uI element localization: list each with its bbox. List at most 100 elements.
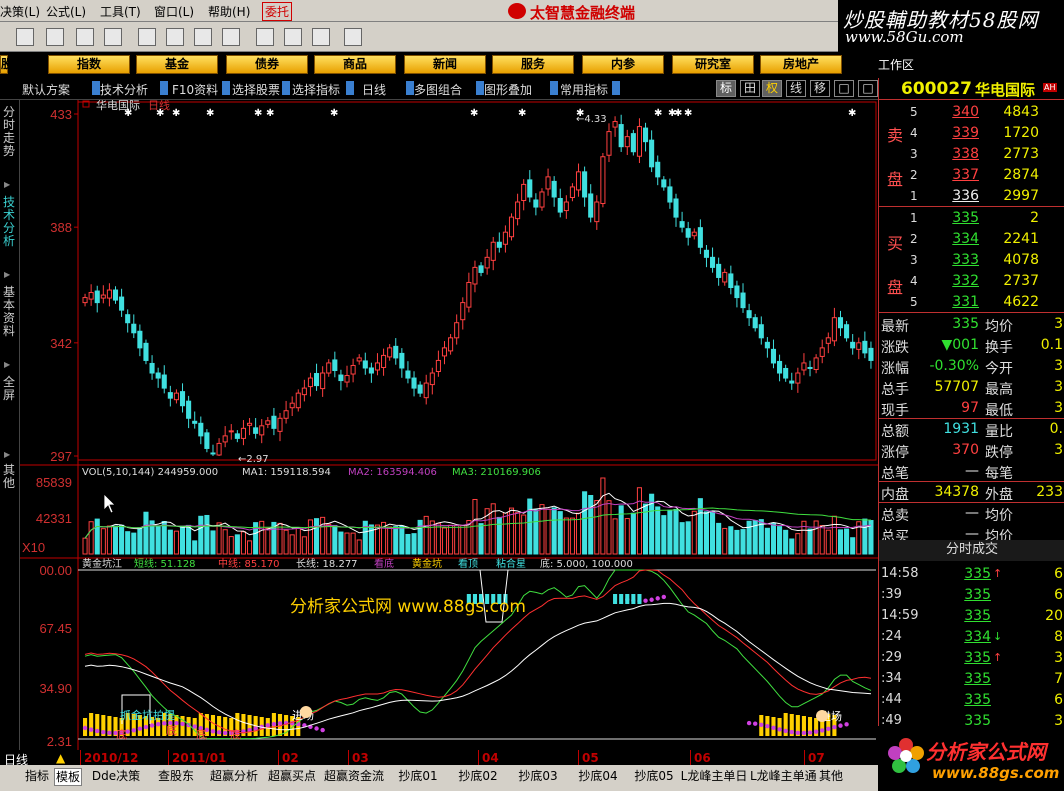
- buy-row[interactable]: 2 334 2241: [879, 229, 1064, 250]
- people-icon[interactable]: [104, 28, 122, 46]
- dropdown-arrow-icon[interactable]: [92, 81, 100, 95]
- left-tab-1[interactable]: 技术分析: [3, 196, 17, 248]
- books-icon[interactable]: [312, 28, 330, 46]
- view-button-4[interactable]: 移: [810, 80, 830, 97]
- category-5[interactable]: 新闻: [404, 55, 486, 74]
- indicator-tab-5[interactable]: 超赢买点: [266, 768, 318, 786]
- stat-label-2: 每笔: [985, 466, 1013, 482]
- volume-bar: [569, 517, 575, 555]
- arrow-up-icon[interactable]: [138, 28, 156, 46]
- ticks-title[interactable]: 分时成交: [879, 540, 1064, 561]
- dropdown-arrow-icon[interactable]: [612, 81, 620, 95]
- category-2[interactable]: 基金: [136, 55, 218, 74]
- buy-row[interactable]: 4 332 2737: [879, 271, 1064, 292]
- indicator-tab-9[interactable]: 抄底03: [510, 768, 566, 786]
- analysis-item-4[interactable]: 选择指标: [292, 81, 340, 98]
- binoculars-icon[interactable]: [76, 28, 94, 46]
- view-button-5[interactable]: □: [834, 80, 854, 97]
- view-button-6[interactable]: □: [858, 80, 878, 97]
- flag-icon[interactable]: [16, 28, 34, 46]
- left-tab-3[interactable]: 全屏: [3, 376, 17, 402]
- view-button-0[interactable]: 标: [716, 80, 736, 97]
- indicator-tab-2[interactable]: Dde决策: [86, 768, 146, 786]
- dropdown-arrow-icon[interactable]: [406, 81, 414, 95]
- chart-area[interactable]: 433 388 342 297 华电国际 日线 ✱ ✱ ✱ ✱ ✱ ✱ ✱ ✱ ✱ ✱ ✱ ✱ ✱ ✱ ✱ ←4.33 ←2…: [20, 98, 878, 750]
- indicator-tab-0[interactable]: 指标: [22, 768, 52, 786]
- left-tab-0[interactable]: 分时走势: [3, 106, 17, 158]
- category-3[interactable]: 债券: [226, 55, 308, 74]
- sell-row[interactable]: 1 336 2997: [879, 186, 1064, 207]
- bottom-dot: [277, 721, 283, 726]
- view-button-1[interactable]: 田: [740, 80, 760, 97]
- category-7[interactable]: 内参: [582, 55, 664, 74]
- menu-item-1[interactable]: 公式(L): [46, 3, 86, 20]
- indicator-tab-6[interactable]: 超赢资金流: [322, 768, 386, 786]
- indicator-tab-10[interactable]: 抄底04: [570, 768, 626, 786]
- analysis-item-2[interactable]: F10资料: [172, 81, 218, 98]
- period-triangle-icon[interactable]: ▲: [56, 751, 65, 765]
- analysis-item-1[interactable]: 技术分析: [100, 81, 148, 98]
- dropdown-arrow-icon[interactable]: [282, 81, 290, 95]
- indicator-tab-1[interactable]: 模板: [54, 768, 82, 786]
- analysis-item-5[interactable]: 日线: [362, 81, 386, 98]
- menu-item-2[interactable]: 工具(T): [100, 3, 141, 20]
- dropdown-arrow-icon[interactable]: [476, 81, 484, 95]
- indicator-tab-3[interactable]: 查股东: [150, 768, 202, 786]
- stat-label-2: 最高: [985, 382, 1013, 398]
- diamond-icon[interactable]: [166, 28, 184, 46]
- view-button-2[interactable]: 权: [762, 80, 782, 97]
- category-6[interactable]: 服务: [492, 55, 574, 74]
- analysis-item-8[interactable]: 常用指标: [560, 81, 608, 98]
- analysis-item-6[interactable]: 多图组合: [414, 81, 462, 98]
- buy-row[interactable]: 3 333 4078: [879, 250, 1064, 271]
- analysis-item-7[interactable]: 图形叠加: [484, 81, 532, 98]
- indicator-tab-14[interactable]: 其他: [816, 768, 846, 786]
- top-signal-bar: [637, 594, 642, 604]
- buy-row[interactable]: 5 331 4622: [879, 292, 1064, 313]
- sell-row[interactable]: 4 339 1720: [879, 123, 1064, 144]
- sell-row[interactable]: 3 338 2773: [879, 144, 1064, 165]
- bottom-dot: [771, 725, 776, 731]
- top-signal-bar: [619, 594, 624, 604]
- indicator-tab-13[interactable]: L龙峰主单通: [750, 768, 817, 786]
- category-1[interactable]: 指数: [48, 55, 130, 74]
- menu-item-3[interactable]: 窗口(L): [154, 3, 194, 20]
- copy-icon[interactable]: [256, 28, 274, 46]
- month-divider: [168, 750, 169, 765]
- menu-item-4[interactable]: 帮助(H): [208, 3, 250, 20]
- indicator-tab-7[interactable]: 抄底01: [390, 768, 446, 786]
- chart-icon[interactable]: [222, 28, 240, 46]
- sell-row[interactable]: 5 340 4843: [879, 102, 1064, 123]
- category-0[interactable]: 股: [0, 55, 13, 74]
- view-button-3[interactable]: 线: [786, 80, 806, 97]
- record-icon[interactable]: [194, 28, 212, 46]
- dropdown-arrow-icon[interactable]: [346, 81, 354, 95]
- volume-bar: [198, 515, 204, 555]
- chart-svg[interactable]: 433388342297华电国际 日线✱ ✱ ✱ ✱ ✱ ✱ ✱ ✱ ✱ ✱ ✱ ✱✱ ✱ ✱←4.33←2…: [20, 98, 878, 750]
- indicator-tab-8[interactable]: 抄底02: [450, 768, 506, 786]
- dropdown-arrow-icon[interactable]: [222, 81, 230, 95]
- dropdown-arrow-icon[interactable]: [160, 81, 168, 95]
- analysis-item-0[interactable]: 默认方案: [22, 81, 70, 98]
- category-9[interactable]: 房地产: [760, 55, 842, 74]
- menu-item-0[interactable]: 决策(L): [0, 3, 40, 20]
- indicator-tab-11[interactable]: 抄底05: [630, 768, 678, 786]
- stat-label: 总卖: [881, 508, 909, 524]
- dropdown-arrow-icon[interactable]: [550, 81, 558, 95]
- candle-body: [618, 124, 624, 148]
- volume-bar: [277, 522, 283, 555]
- analysis-item-3[interactable]: 选择股票: [232, 81, 280, 98]
- candle-body: [551, 180, 557, 198]
- category-8[interactable]: 研究室: [672, 55, 754, 74]
- category-4[interactable]: 商品: [314, 55, 396, 74]
- sell-row[interactable]: 2 337 2874: [879, 165, 1064, 186]
- left-tab-2[interactable]: 基本资料: [3, 286, 17, 338]
- help-pointer-icon[interactable]: [344, 28, 362, 46]
- window-icon[interactable]: [284, 28, 302, 46]
- buy-row[interactable]: 1 335 2: [879, 208, 1064, 229]
- indicator-tab-12[interactable]: L龙峰主单日: [680, 768, 748, 786]
- indicator-tab-4[interactable]: 超赢分析: [206, 768, 262, 786]
- barcode-icon[interactable]: [46, 28, 64, 46]
- menu-item-5[interactable]: 委托: [262, 2, 293, 21]
- left-tab-4[interactable]: 其他: [3, 464, 17, 490]
